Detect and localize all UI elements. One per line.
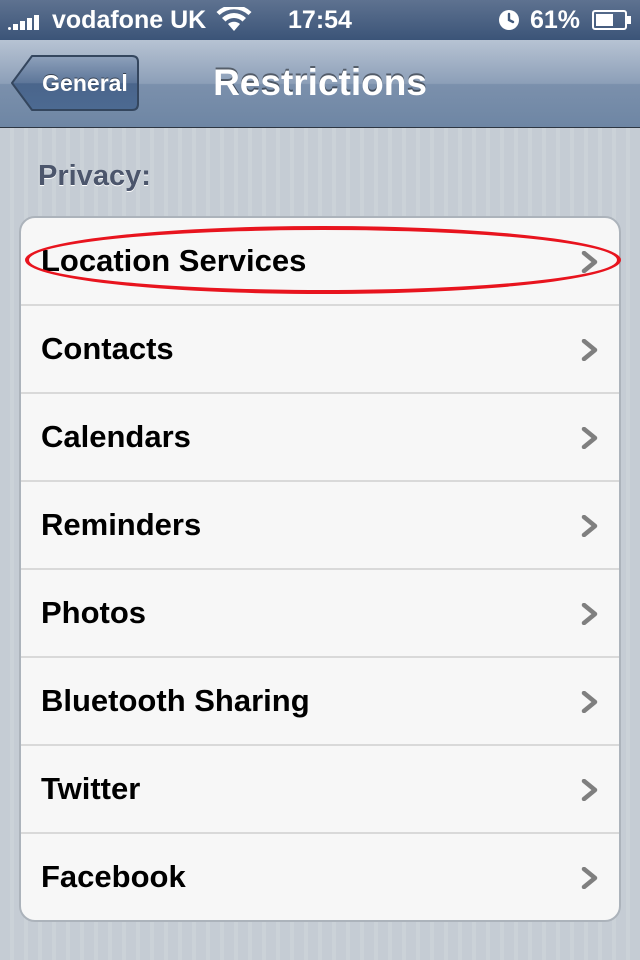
page-title: Restrictions — [213, 62, 427, 103]
list-item-label: Photos — [41, 595, 147, 630]
battery-icon — [592, 10, 631, 30]
status-bar: vodafone UK 17:54 61% — [0, 0, 640, 40]
chevron-right-icon — [581, 867, 598, 889]
chevron-right-icon — [581, 339, 598, 361]
back-button[interactable]: General — [10, 54, 140, 114]
chevron-right-icon — [581, 251, 598, 273]
chevron-right-icon — [581, 603, 598, 625]
alarm-clock-icon — [499, 10, 519, 30]
list-item-label: Bluetooth Sharing — [41, 683, 310, 718]
list-item-label: Contacts — [41, 331, 174, 366]
list-item-label: Twitter — [41, 771, 141, 806]
section-header-privacy: Privacy: — [38, 160, 151, 192]
list-item-label: Calendars — [41, 419, 191, 454]
list-item-calendars[interactable]: Calendars — [21, 392, 619, 480]
privacy-list: Location Services Contacts Calendars Rem… — [19, 216, 621, 922]
chevron-right-icon — [581, 691, 598, 713]
chevron-right-icon — [581, 427, 598, 449]
list-item-twitter[interactable]: Twitter — [21, 744, 619, 832]
chevron-right-icon — [581, 779, 598, 801]
battery-percent: 61% — [530, 6, 581, 34]
back-button-label: General — [42, 70, 128, 96]
chevron-right-icon — [581, 515, 598, 537]
list-item-photos[interactable]: Photos — [21, 568, 619, 656]
list-item-location-services[interactable]: Location Services — [21, 218, 619, 304]
list-item-facebook[interactable]: Facebook — [21, 832, 619, 920]
list-item-label: Location Services — [41, 243, 307, 278]
navigation-bar: General Restrictions — [0, 40, 640, 128]
list-item-reminders[interactable]: Reminders — [21, 480, 619, 568]
list-item-label: Reminders — [41, 507, 202, 542]
list-item-bluetooth-sharing[interactable]: Bluetooth Sharing — [21, 656, 619, 744]
list-item-label: Facebook — [41, 859, 186, 894]
list-item-contacts[interactable]: Contacts — [21, 304, 619, 392]
